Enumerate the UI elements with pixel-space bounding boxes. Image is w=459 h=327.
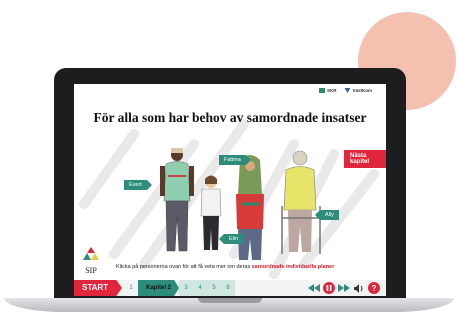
next-chapter-button[interactable]: Nästa kapitel xyxy=(344,150,386,168)
sip-logo: SIP xyxy=(82,247,100,275)
person-evert-illustration[interactable] xyxy=(160,146,194,256)
logo-bar: SKR VästKom xyxy=(318,88,372,93)
person-label-elin[interactable]: Elin xyxy=(218,234,244,244)
chapter-1[interactable]: 1 xyxy=(124,280,138,296)
vastkom-logo: VästKom xyxy=(344,88,372,93)
playback-controls: ? xyxy=(308,282,380,294)
chapter-4[interactable]: 4 xyxy=(193,280,208,296)
volume-icon[interactable] xyxy=(353,282,365,294)
chapter-5[interactable]: 5 xyxy=(207,280,222,296)
laptop-notch xyxy=(198,298,262,303)
vastkom-logo-mark-icon xyxy=(344,88,351,93)
person-elin-illustration[interactable] xyxy=(232,154,268,264)
svg-text:?: ? xyxy=(372,284,377,293)
instruction-text: Klicka på personerna ovan för att få vet… xyxy=(116,264,335,270)
skr-logo-mark-icon xyxy=(318,88,325,93)
start-button[interactable]: START xyxy=(74,280,122,296)
rewind-icon[interactable] xyxy=(308,282,320,294)
chapter-6[interactable]: 6 xyxy=(221,280,236,296)
person-label-ally[interactable]: Ally xyxy=(315,210,339,220)
chapter-navigation: 1 Kapitel 2 3 4 5 6 xyxy=(124,280,236,296)
sip-triangle-icon xyxy=(83,247,99,260)
instruction-highlight[interactable]: samordnade individuella planer xyxy=(252,264,335,270)
person-ally-illustration[interactable] xyxy=(280,148,322,258)
sip-label: SIP xyxy=(85,266,97,275)
pause-icon[interactable] xyxy=(323,282,335,294)
person-label-fatima[interactable]: Fatima xyxy=(219,155,251,165)
help-icon[interactable]: ? xyxy=(368,282,380,294)
person-label-evert[interactable]: Evert xyxy=(124,180,152,190)
app-screen: SKR VästKom För alla som har behov av sa… xyxy=(74,84,386,296)
skr-logo: SKR xyxy=(318,88,336,93)
chapter-3[interactable]: 3 xyxy=(179,280,194,296)
page-title: För alla som har behov av samordnade ins… xyxy=(93,110,367,125)
chapter-2-active[interactable]: Kapitel 2 xyxy=(138,280,180,296)
forward-icon[interactable] xyxy=(338,282,350,294)
bottom-navigation-bar: START 1 Kapitel 2 3 4 5 6 ? xyxy=(74,280,386,296)
